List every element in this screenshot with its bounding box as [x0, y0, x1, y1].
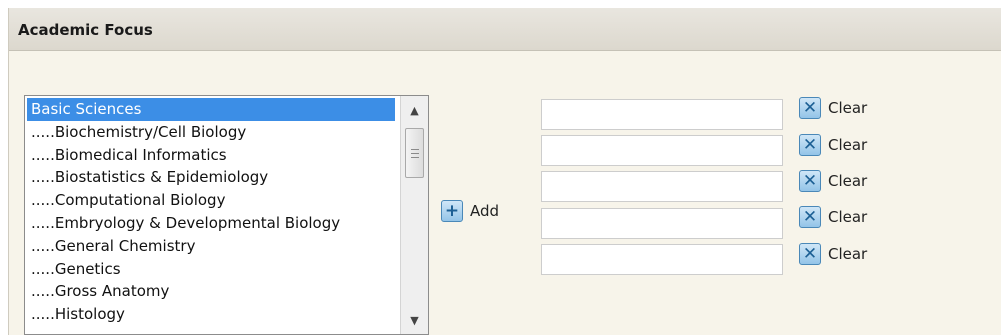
academic-focus-panel: Academic Focus Basic Sciences .....Bioch…: [8, 8, 1001, 335]
academic-focus-listbox[interactable]: Basic Sciences .....Biochemistry/Cell Bi…: [24, 95, 429, 335]
scroll-down-arrow-icon[interactable]: ▼: [401, 308, 428, 332]
list-item[interactable]: .....Biochemistry/Cell Biology: [27, 121, 395, 144]
list-item[interactable]: Basic Sciences: [27, 98, 395, 121]
scroll-up-arrow-icon[interactable]: ▲: [401, 98, 428, 122]
clear-button-1[interactable]: ✕ Clear: [799, 97, 867, 119]
panel-title: Academic Focus: [18, 21, 153, 39]
list-item[interactable]: .....Biostatistics & Epidemiology: [27, 166, 395, 189]
academic-focus-field-5[interactable]: [541, 244, 783, 275]
clear-button-label: Clear: [828, 172, 868, 190]
close-icon: ✕: [799, 206, 821, 228]
scroll-thumb[interactable]: [405, 128, 424, 178]
close-icon: ✕: [799, 243, 821, 265]
plus-icon: +: [441, 200, 463, 222]
clear-button-label: Clear: [828, 99, 868, 117]
panel-header: Academic Focus: [9, 8, 1001, 51]
list-item[interactable]: .....Computational Biology: [27, 189, 395, 212]
clear-button-2[interactable]: ✕ Clear: [799, 134, 867, 156]
clear-button-label: Clear: [828, 208, 868, 226]
add-button[interactable]: + Add: [441, 200, 499, 222]
list-item[interactable]: .....Histology: [27, 303, 395, 326]
list-item[interactable]: .....Gross Anatomy: [27, 280, 395, 303]
academic-focus-field-3[interactable]: [541, 171, 783, 202]
clear-button-4[interactable]: ✕ Clear: [799, 206, 867, 228]
list-item[interactable]: .....Biomedical Informatics: [27, 144, 395, 167]
grip-line: [411, 153, 419, 154]
clear-button-3[interactable]: ✕ Clear: [799, 170, 867, 192]
close-icon: ✕: [799, 97, 821, 119]
grip-line: [411, 149, 419, 150]
clear-button-label: Clear: [828, 245, 868, 263]
academic-focus-field-1[interactable]: [541, 99, 783, 130]
list-item[interactable]: .....Genetics: [27, 258, 395, 281]
clear-button-5[interactable]: ✕ Clear: [799, 243, 867, 265]
grip-line: [411, 157, 419, 158]
list-item[interactable]: .....Embryology & Developmental Biology: [27, 212, 395, 235]
listbox-items: Basic Sciences .....Biochemistry/Cell Bi…: [27, 98, 395, 326]
academic-focus-field-2[interactable]: [541, 135, 783, 166]
close-icon: ✕: [799, 170, 821, 192]
close-icon: ✕: [799, 134, 821, 156]
listbox-scrollbar[interactable]: ▲ ▼: [400, 96, 428, 334]
add-button-label: Add: [470, 202, 500, 220]
academic-focus-field-4[interactable]: [541, 208, 783, 239]
clear-button-label: Clear: [828, 136, 868, 154]
list-item[interactable]: .....General Chemistry: [27, 235, 395, 258]
